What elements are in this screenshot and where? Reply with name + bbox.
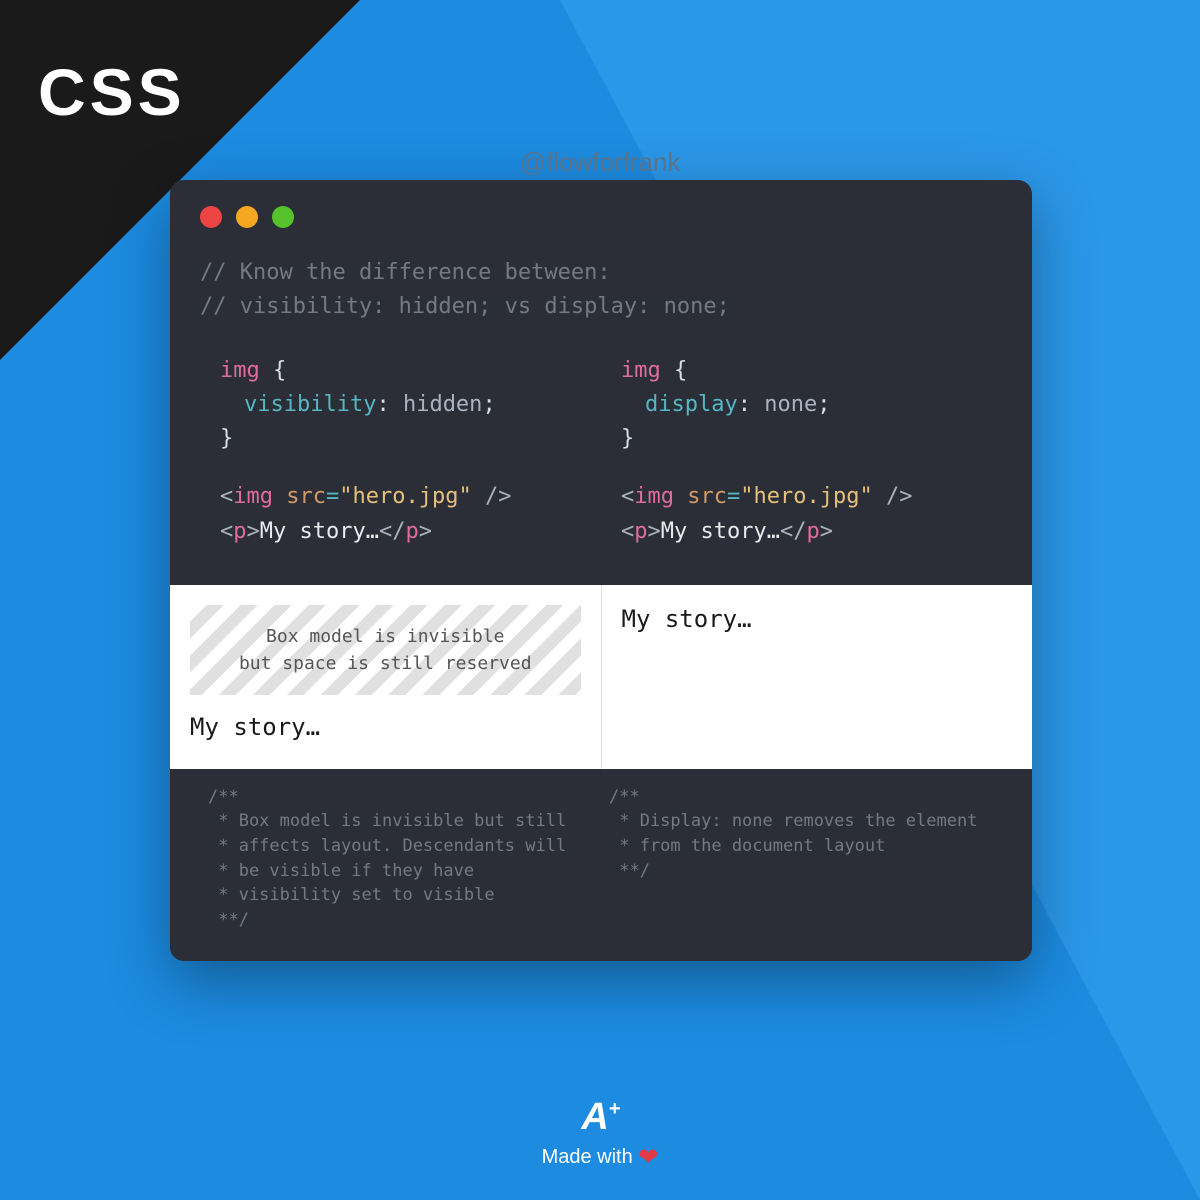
angle-close: >: [820, 519, 833, 544]
close-angle: </: [379, 519, 406, 544]
code-columns: img { visibility: hidden; } <img src="he…: [170, 324, 1032, 584]
corner-label: CSS: [38, 54, 186, 130]
css-value: hidden: [403, 392, 482, 417]
notes-row: /** * Box model is invisible but still *…: [170, 769, 1032, 961]
minimize-icon: [236, 206, 258, 228]
html-string: "hero.jpg": [740, 484, 872, 509]
code-column-display: img { display: none; } <img src="hero.jp…: [601, 354, 1002, 548]
logo-plus: +: [609, 1098, 619, 1120]
html-text: My story…: [260, 519, 379, 544]
story-text-right: My story…: [622, 605, 1013, 633]
html-tag-p: p: [233, 519, 246, 544]
angle-bracket: <: [621, 484, 634, 509]
close-icon: [200, 206, 222, 228]
equals: =: [326, 484, 339, 509]
angle-bracket: <: [621, 519, 634, 544]
html-tag-img: img: [634, 484, 674, 509]
css-property: display: [645, 392, 738, 417]
code-column-visibility: img { visibility: hidden; } <img src="he…: [200, 354, 601, 548]
angle-close: >: [247, 519, 260, 544]
comment-line-1: // Know the difference between:: [200, 256, 1002, 290]
logo-letter: A: [581, 1096, 606, 1138]
angle-close: >: [419, 519, 432, 544]
note-display: /** * Display: none removes the element …: [601, 785, 1002, 933]
maximize-icon: [272, 206, 294, 228]
semicolon: ;: [482, 392, 495, 417]
html-string: "hero.jpg": [339, 484, 471, 509]
html-tag-img: img: [233, 484, 273, 509]
equals: =: [727, 484, 740, 509]
css-value: none: [764, 392, 817, 417]
css-property: visibility: [244, 392, 376, 417]
author-handle: @flowforfrank: [520, 147, 681, 178]
html-tag-p: p: [634, 519, 647, 544]
box-model-placeholder: Box model is invisible but space is stil…: [190, 605, 581, 695]
angle-close: >: [648, 519, 661, 544]
box-model-line-1: Box model is invisible: [214, 623, 557, 650]
html-tag-p-close: p: [405, 519, 418, 544]
made-with-text: Made with: [542, 1146, 639, 1168]
brace-open: {: [674, 358, 687, 383]
html-tag-p-close: p: [806, 519, 819, 544]
css-selector: img: [621, 358, 661, 383]
tag-self-close: />: [472, 484, 512, 509]
note-visibility: /** * Box model is invisible but still *…: [200, 785, 601, 933]
preview-display: My story…: [602, 585, 1033, 769]
story-text-left: My story…: [190, 713, 581, 741]
angle-bracket: <: [220, 484, 233, 509]
logo: A+: [542, 1096, 659, 1139]
made-with-label: Made with ❤: [542, 1143, 659, 1172]
html-attr-src: src: [687, 484, 727, 509]
box-model-line-2: but space is still reserved: [214, 650, 557, 677]
angle-bracket: <: [220, 519, 233, 544]
heart-icon: ❤: [638, 1144, 658, 1171]
code-editor-window: // Know the difference between: // visib…: [170, 180, 1032, 961]
semicolon: ;: [817, 392, 830, 417]
tag-self-close: />: [873, 484, 913, 509]
colon: :: [376, 392, 389, 417]
close-angle: </: [780, 519, 807, 544]
html-attr-src: src: [286, 484, 326, 509]
footer: A+ Made with ❤: [542, 1096, 659, 1172]
window-titlebar: [170, 180, 1032, 236]
css-selector: img: [220, 358, 260, 383]
colon: :: [738, 392, 751, 417]
comment-line-2: // visibility: hidden; vs display: none;: [200, 290, 1002, 324]
brace-open: {: [273, 358, 286, 383]
html-text: My story…: [661, 519, 780, 544]
brace-close: }: [621, 426, 634, 451]
preview-visibility: Box model is invisible but space is stil…: [170, 585, 602, 769]
brace-close: }: [220, 426, 233, 451]
preview-row: Box model is invisible but space is stil…: [170, 585, 1032, 769]
intro-comments: // Know the difference between: // visib…: [170, 236, 1032, 324]
